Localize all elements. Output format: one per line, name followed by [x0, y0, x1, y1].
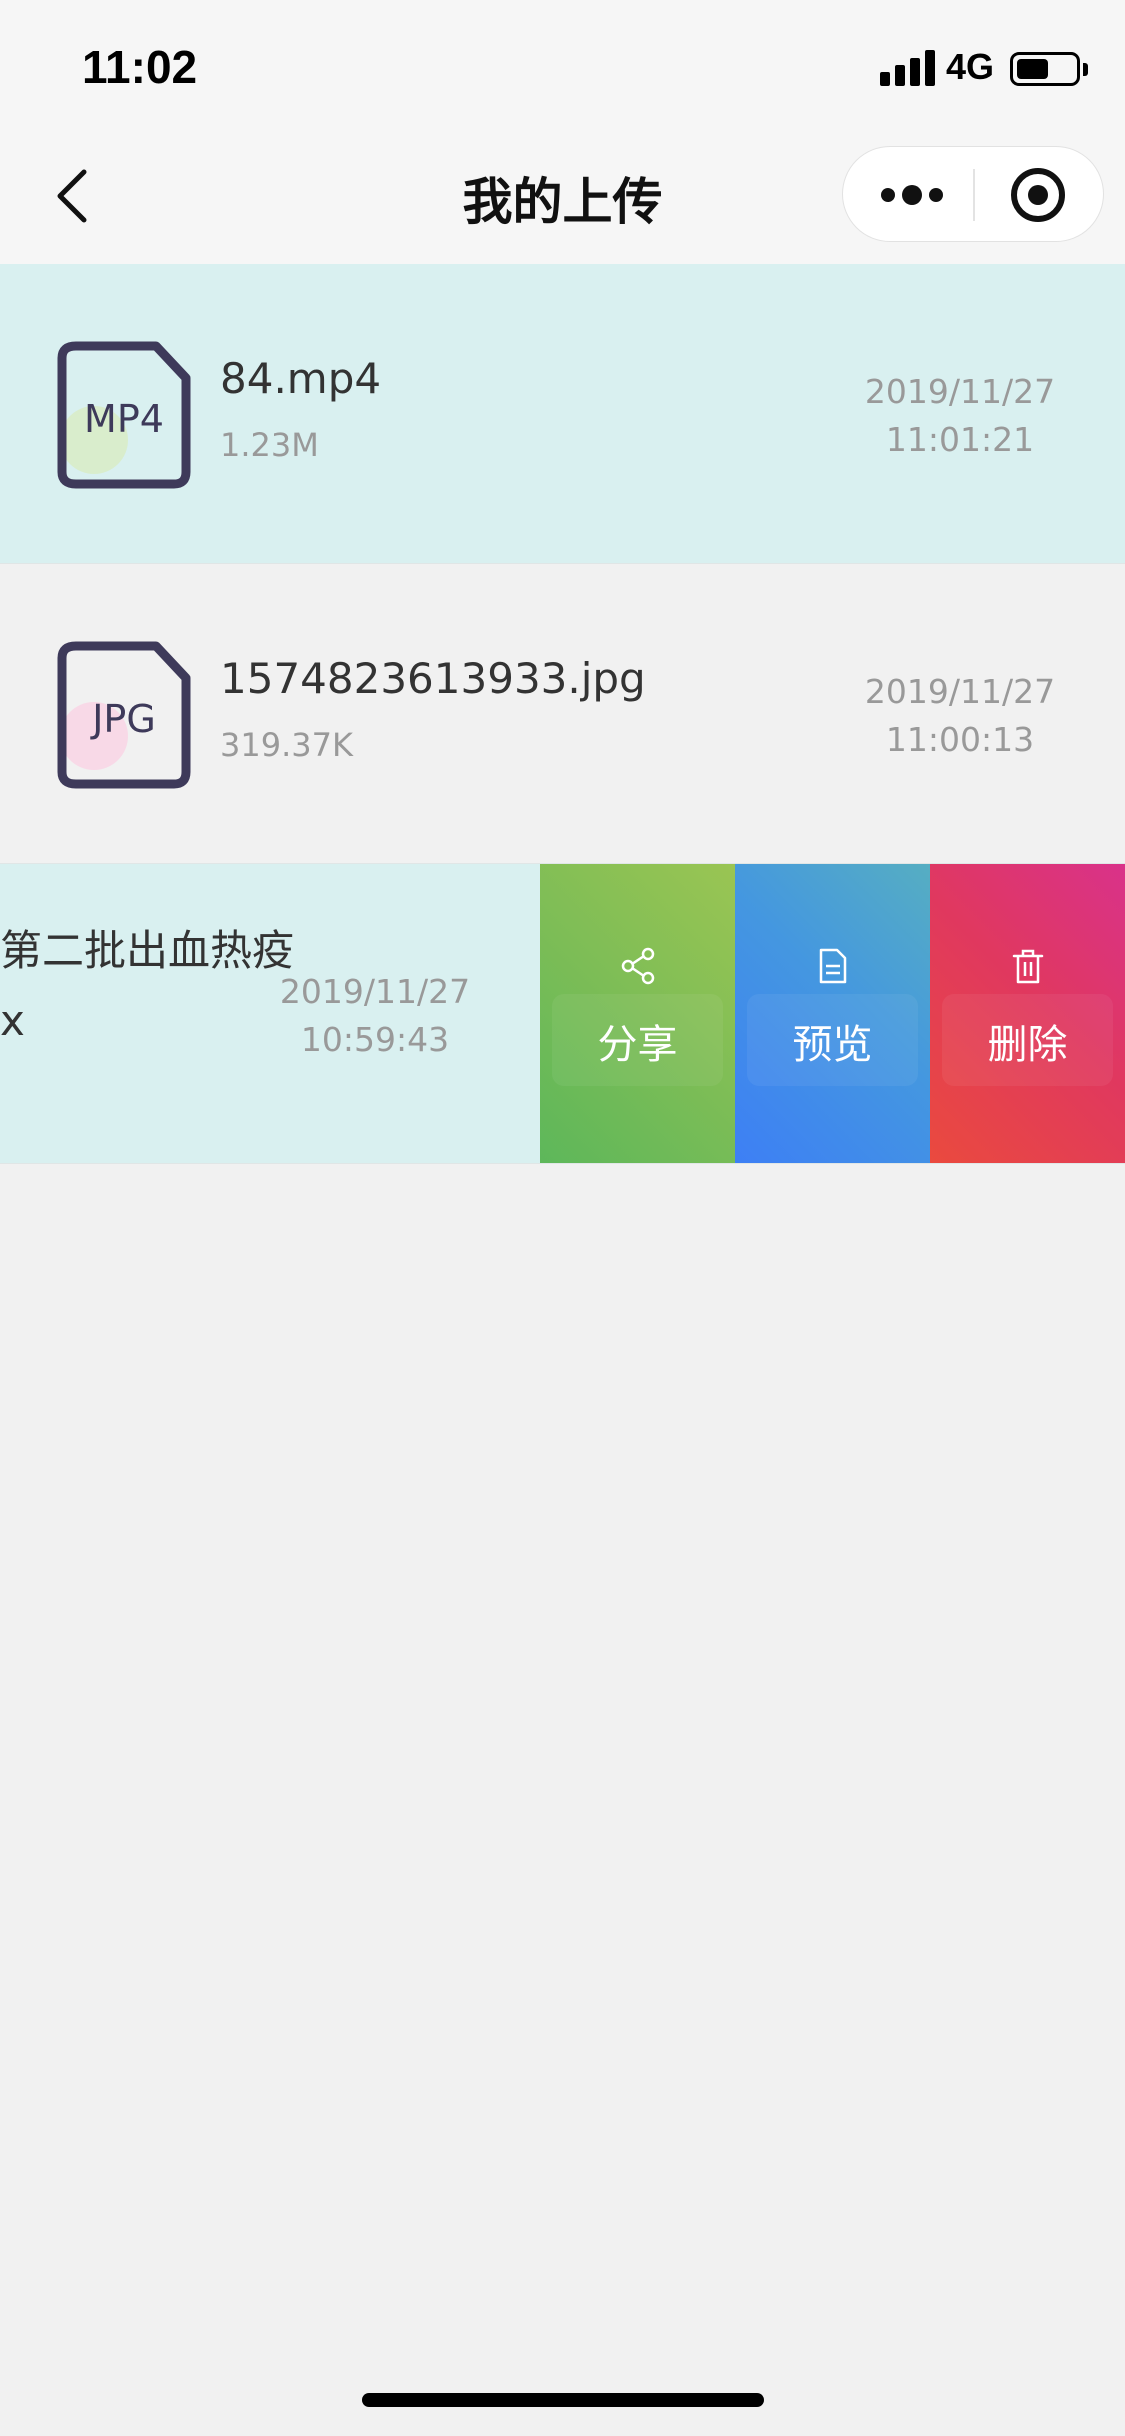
file-list: MP4 84.mp4 1.23M 2019/11/27 11:01:21 JPG… — [0, 264, 1125, 1164]
file-date: 2019/11/27 11:00:13 — [830, 668, 1090, 764]
more-dots-icon — [881, 185, 943, 205]
record-circle-icon — [1011, 168, 1065, 222]
document-icon — [819, 948, 847, 984]
status-bar: 11:02 4G — [0, 0, 1125, 130]
network-label: 4G — [946, 46, 995, 87]
file-date-time: 11:01:21 — [885, 420, 1035, 459]
file-item[interactable]: MP4 84.mp4 1.23M 2019/11/27 11:01:21 — [0, 264, 1125, 564]
svg-text:JPG: JPG — [90, 697, 156, 741]
swiped-file-content[interactable]: 第二批出血热疫 x 2019/11/27 10:59:43 — [0, 864, 540, 1163]
trash-icon — [1012, 949, 1044, 984]
battery-icon — [1010, 52, 1080, 86]
swiped-file-item[interactable]: 第二批出血热疫 x 2019/11/27 10:59:43 分享 预览 删除 — [0, 864, 1125, 1164]
share-icon — [621, 947, 655, 985]
battery-cap — [1083, 63, 1088, 76]
delete-button[interactable]: 删除 — [930, 864, 1125, 1163]
file-size: 319.37K — [220, 726, 353, 764]
share-label: 分享 — [597, 1022, 678, 1068]
file-name: 1574823613933.jpg — [220, 654, 646, 703]
file-item[interactable]: JPG 1574823613933.jpg 319.37K 2019/11/27… — [0, 564, 1125, 864]
home-indicator — [362, 2393, 764, 2407]
file-name: 84.mp4 — [220, 354, 382, 403]
file-mp4-icon: MP4 — [57, 341, 191, 489]
file-date: 2019/11/27 10:59:43 — [260, 968, 490, 1064]
status-time: 11:02 — [82, 41, 198, 93]
more-button[interactable] — [843, 147, 973, 243]
signal-icon — [880, 48, 936, 86]
svg-text:MP4: MP4 — [84, 397, 164, 441]
share-button[interactable]: 分享 — [540, 864, 735, 1163]
preview-button[interactable]: 预览 — [735, 864, 930, 1163]
battery-level — [1017, 59, 1048, 79]
close-mini-program-button[interactable] — [975, 147, 1105, 243]
file-date-day: 2019/11/27 — [864, 672, 1056, 711]
file-date-time: 10:59:43 — [300, 1020, 450, 1059]
file-date-time: 11:00:13 — [885, 720, 1035, 759]
delete-label: 删除 — [987, 1022, 1068, 1068]
file-date: 2019/11/27 11:01:21 — [830, 368, 1090, 464]
preview-label: 预览 — [792, 1022, 873, 1068]
file-date-day: 2019/11/27 — [864, 372, 1056, 411]
file-date-day: 2019/11/27 — [279, 972, 471, 1011]
file-jpg-icon: JPG — [57, 641, 191, 789]
file-size: 1.23M — [220, 426, 319, 464]
mini-program-capsule — [842, 146, 1104, 242]
navigation-bar: 我的上传 — [0, 130, 1125, 264]
